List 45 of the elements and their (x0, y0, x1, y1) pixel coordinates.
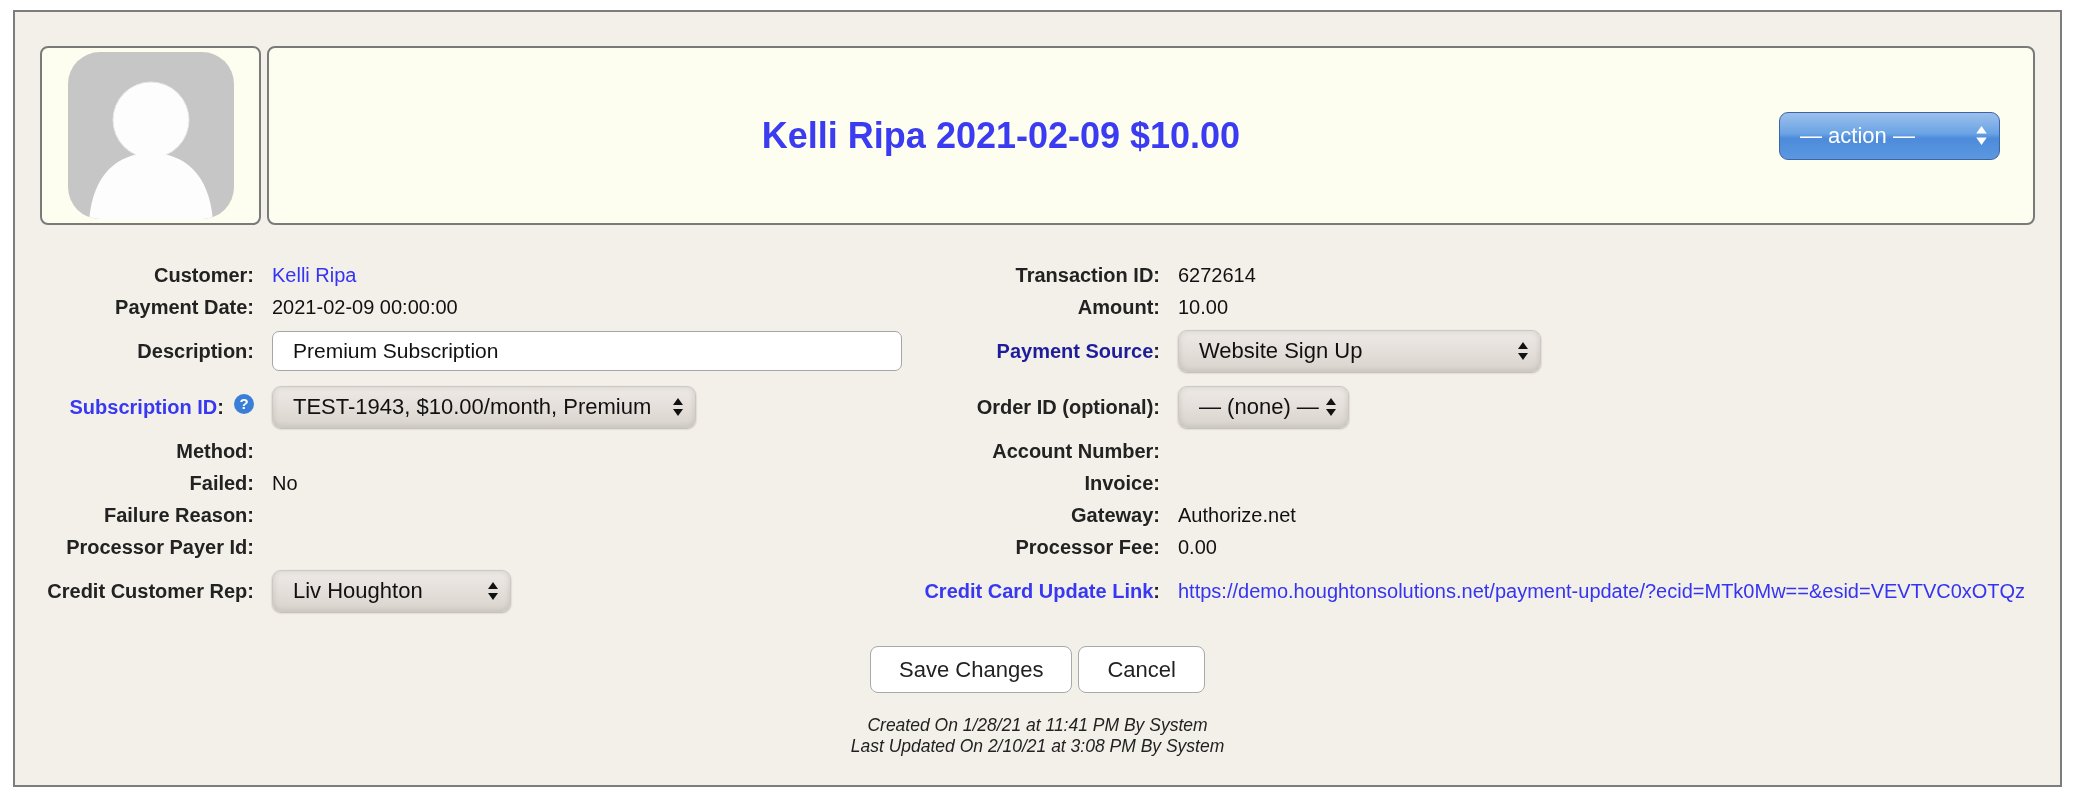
save-button[interactable]: Save Changes (870, 646, 1073, 693)
dropdown[interactable]: Liv Houghton (272, 570, 511, 612)
field-value: 2021-02-09 00:00:00 (272, 295, 458, 319)
field-label: Transaction ID: (1015, 263, 1160, 287)
cancel-button[interactable]: Cancel (1078, 646, 1205, 693)
field-value: Authorize.net (1178, 503, 1296, 527)
field-label: Payment Source: (996, 339, 1160, 363)
field-label: Processor Payer Id: (66, 535, 254, 559)
field-label: Method: (176, 439, 254, 463)
field-label: Description: (137, 339, 254, 363)
label-link[interactable]: Credit Card Update Link (924, 579, 1154, 602)
value-link[interactable]: Kelli Ripa (272, 263, 357, 287)
field-value: 10.00 (1178, 295, 1229, 319)
field-label: Credit Customer Rep: (47, 579, 254, 603)
audit-note: Created On 1/28/21 at 11:41 PM By System (867, 715, 1208, 736)
field-label: Order ID (optional): (976, 395, 1160, 419)
field-label: Invoice: (1084, 471, 1160, 495)
updown-caret-icon (488, 582, 498, 600)
field-label: Customer: (154, 263, 254, 287)
updown-caret-icon (1976, 126, 1987, 145)
text-input-field[interactable]: Premium Subscription (272, 331, 902, 371)
updown-caret-icon (1326, 398, 1336, 416)
field-value: 0.00 (1178, 535, 1217, 559)
dropdown[interactable]: — (none) — (1178, 386, 1349, 428)
field-label: Gateway: (1071, 503, 1160, 527)
updown-caret-icon (673, 398, 683, 416)
field-label: Subscription ID: (69, 395, 224, 419)
field-label: Failed: (189, 471, 254, 495)
field-value: 6272614 (1178, 263, 1256, 287)
help-icon[interactable]: ? (234, 394, 254, 414)
field-label: Processor Fee: (1015, 535, 1160, 559)
field-label: Payment Date: (115, 295, 254, 319)
audit-note: Last Updated On 2/10/21 at 3:08 PM By System (850, 736, 1225, 757)
field-label: Failure Reason: (103, 503, 254, 527)
field-label: Amount: (1077, 295, 1160, 319)
label-link[interactable]: Payment Source (996, 339, 1154, 362)
field-label: Account Number: (992, 439, 1160, 463)
field-label: Credit Card Update Link: (924, 579, 1160, 603)
value-link[interactable]: https://demo.houghtonsolutions.net/payment-update/?ecid=MTk0Mw==&esid=VEVTVC0xOTQz (1178, 579, 2026, 603)
updown-caret-icon (1518, 342, 1528, 360)
field-value: No (272, 471, 298, 495)
dropdown[interactable]: TEST-1943, $10.00/month, Premium (272, 386, 696, 428)
dropdown[interactable]: Website Sign Up (1178, 330, 1541, 372)
page-title: Kelli Ripa 2021-02-09 $10.00 (761, 114, 1241, 157)
label-link[interactable]: Subscription ID (69, 395, 218, 418)
